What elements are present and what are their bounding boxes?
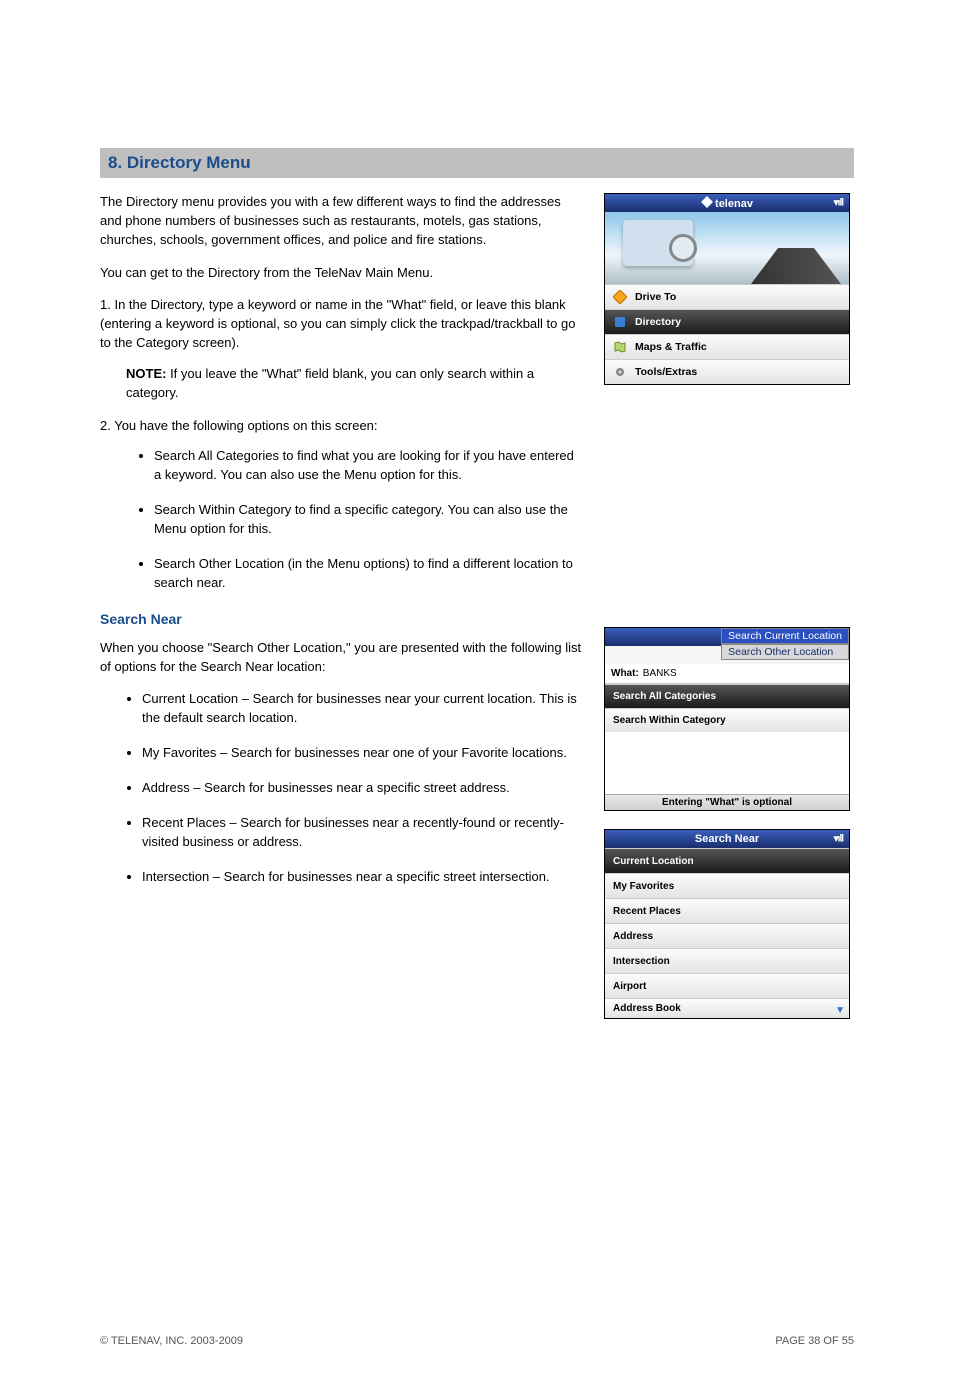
screen-title: Search Near (695, 833, 759, 845)
book-icon (611, 314, 629, 330)
page-footer: © TELENAV, INC. 2003-2009 PAGE 38 OF 55 (100, 1335, 854, 1347)
footer-page-number: PAGE 38 OF 55 (775, 1335, 854, 1347)
menu-label: Tools/Extras (635, 366, 697, 378)
intro-paragraph: The Directory menu provides you with a f… (100, 193, 584, 250)
menu-item-directory[interactable]: Directory (605, 309, 849, 334)
step-1-note: NOTE: If you leave the "What" field blan… (100, 365, 584, 403)
search-near-list: Current Location – Search for businesses… (100, 690, 584, 886)
list-item-airport[interactable]: Airport (605, 973, 849, 998)
device-screenshot-main-menu: telenav ▾ıll Drive To Directory (604, 193, 850, 385)
magnifier-icon (669, 234, 697, 262)
note-text: If you leave the "What" field blank, you… (126, 366, 534, 400)
bullet-item: Search Other Location (in the Menu optio… (154, 555, 584, 593)
bullet-item: Search All Categories to find what you a… (154, 447, 584, 485)
device-toolbar: Search Current Location Search Other Loc… (605, 628, 849, 646)
road-graphic (751, 248, 841, 284)
what-label: What: (611, 668, 639, 679)
list-item-recent-places[interactable]: Recent Places (605, 898, 849, 923)
device-banner (605, 212, 849, 284)
menu-item-maps-traffic[interactable]: Maps & Traffic (605, 334, 849, 359)
menu-option-search-other[interactable]: Search Other Location (721, 644, 849, 660)
step-1: 1. In the Directory, type a keyword or n… (100, 296, 584, 353)
list-item: My Favorites – Search for businesses nea… (142, 744, 584, 763)
hint-bar: Entering "What" is optional (605, 794, 849, 810)
gear-icon (611, 364, 629, 380)
step-2: 2. You have the following options on thi… (100, 417, 584, 436)
list-item-my-favorites[interactable]: My Favorites (605, 873, 849, 898)
menu-label: Drive To (635, 291, 676, 303)
device-screenshot-search-near: Search Near ▾ıll Current Location My Fav… (604, 829, 850, 1019)
device-screenshot-search-popup: Search Current Location Search Other Loc… (604, 627, 850, 811)
subsection-heading-search-near: Search Near (100, 609, 584, 629)
list-item: Current Location – Search for businesses… (142, 690, 584, 728)
bullet-item: Search Within Category to find a specifi… (154, 501, 584, 539)
map-icon (611, 339, 629, 355)
menu-label: Directory (635, 316, 681, 328)
signal-icon: ▾ıll (834, 198, 843, 209)
diamond-icon (611, 289, 629, 305)
list-item-intersection[interactable]: Intersection (605, 948, 849, 973)
signal-icon: ▾ıll (834, 834, 843, 845)
list-item: Recent Places – Search for businesses ne… (142, 814, 584, 852)
footer-copyright: © TELENAV, INC. 2003-2009 (100, 1335, 243, 1347)
scroll-down-icon[interactable]: ▼ (835, 1005, 845, 1016)
row-search-within-category[interactable]: Search Within Category (605, 708, 849, 732)
list-item: Address – Search for businesses near a s… (142, 779, 584, 798)
device-header: Search Near ▾ıll (605, 830, 849, 848)
what-field-row: What: BANKS (605, 664, 849, 684)
what-input[interactable]: BANKS (643, 668, 677, 679)
note-label: NOTE: (126, 366, 166, 381)
context-menu: Search Current Location Search Other Loc… (721, 628, 849, 660)
section-heading: 8. Directory Menu (100, 148, 854, 178)
list-item: Intersection – Search for businesses nea… (142, 868, 584, 887)
brand-logo: telenav (701, 196, 753, 210)
menu-item-tools-extras[interactable]: Tools/Extras (605, 359, 849, 384)
search-near-intro: When you choose "Search Other Location,"… (100, 639, 584, 677)
list-item-address-book[interactable]: Address Book (605, 998, 849, 1018)
menu-label: Maps & Traffic (635, 341, 707, 353)
menu-option-search-current[interactable]: Search Current Location (721, 628, 849, 644)
list-item-address[interactable]: Address (605, 923, 849, 948)
list-item-current-location[interactable]: Current Location (605, 848, 849, 873)
device-header: telenav ▾ıll (605, 194, 849, 212)
menu-item-drive-to[interactable]: Drive To (605, 284, 849, 309)
body-text: The Directory menu provides you with a f… (100, 193, 584, 1019)
row-search-all-categories[interactable]: Search All Categories (605, 684, 849, 708)
step-2-bullets: Search All Categories to find what you a… (100, 447, 584, 592)
menu-access-paragraph: You can get to the Directory from the Te… (100, 264, 584, 283)
